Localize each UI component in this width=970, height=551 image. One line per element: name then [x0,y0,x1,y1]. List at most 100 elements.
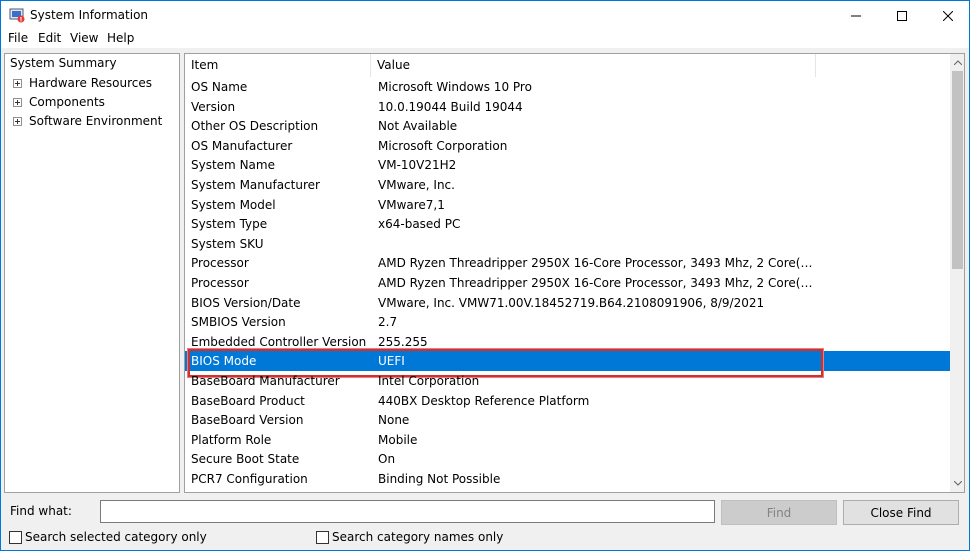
row-item-cell: BaseBoard Version [191,413,303,427]
tree-item-components[interactable]: Components [13,95,105,109]
row-value-cell: Intel Corporation [378,374,818,388]
column-header-item[interactable]: Item [185,54,371,77]
title-bar: System Information [0,0,970,30]
row-item-cell: BIOS Mode [191,354,256,368]
table-row[interactable]: BaseBoard Product 440BX Desktop Reference… [185,391,950,411]
list-header: Item Value [185,54,950,77]
close-window-button[interactable] [925,1,970,30]
row-item-cell: Other OS Description [191,119,318,133]
scroll-up-button[interactable] [950,54,965,71]
expand-icon[interactable] [13,79,22,88]
close-find-button[interactable]: Close Find [843,500,959,525]
row-item-cell: Version [191,100,235,114]
table-row[interactable]: Embedded Controller Version 255.255 [185,332,950,352]
find-what-input[interactable] [100,500,715,523]
row-value-cell: 440BX Desktop Reference Platform [378,394,818,408]
menu-file[interactable]: File [8,31,28,45]
table-row[interactable]: Version 10.0.19044 Build 19044 [185,97,950,117]
checkbox-box[interactable] [316,531,329,544]
table-row[interactable]: System Type x64-based PC [185,214,950,234]
row-item-cell: OS Manufacturer [191,139,292,153]
table-row[interactable]: BIOS Version/DateVMware, Inc. VMW71.00V.… [185,293,950,313]
row-item-cell: System Type [191,217,267,231]
checkbox-label: Search category names only [332,530,503,544]
find-button[interactable]: Find [721,500,837,525]
tree-item-label: Hardware Resources [29,76,152,90]
table-row[interactable]: System Manufacturer VMware, Inc. [185,175,950,195]
minimize-button[interactable] [833,1,879,30]
row-item-cell: BaseBoard Product [191,394,305,408]
checkbox-label: Search selected category only [25,530,207,544]
vertical-scrollbar[interactable] [950,54,965,492]
row-value-cell: 255.255 [378,335,818,349]
minimize-icon [851,11,861,21]
row-value-cell: AMD Ryzen Threadripper 2950X 16-Core Pro… [378,256,818,270]
search-selected-category-checkbox[interactable]: Search selected category only [9,530,207,544]
row-item-cell: System Manufacturer [191,178,320,192]
row-item-cell: Embedded Controller Version [191,335,366,349]
row-value-cell: 10.0.19044 Build 19044 [378,100,818,114]
row-item-cell: System SKU [191,237,264,251]
chevron-down-icon [954,481,962,486]
table-row[interactable]: Processor AMD Ryzen Threadripper 2950X 16… [185,253,950,273]
table-row[interactable]: SMBIOS Version 2.7 [185,312,950,332]
table-row[interactable]: PCR7 Configuration Binding Not Possible [185,469,950,489]
row-item-cell: Processor [191,256,249,270]
row-value-cell: x64-based PC [378,217,818,231]
table-row[interactable]: BIOS Mode UEFI [185,351,950,371]
category-tree[interactable]: System Summary Hardware Resources Compon… [4,53,180,493]
menu-bar: File Edit View Help [0,30,970,48]
menu-help[interactable]: Help [107,31,134,45]
column-header-value[interactable]: Value [371,54,816,77]
row-item-cell: Processor [191,276,249,290]
row-value-cell: AMD Ryzen Threadripper 2950X 16-Core Pro… [378,276,818,290]
row-item-cell: System Model [191,198,276,212]
row-value-cell: Mobile [378,433,818,447]
row-item-cell: System Name [191,158,275,172]
row-value-cell: None [378,413,818,427]
row-value-cell: 2.7 [378,315,818,329]
tree-item-system-summary[interactable]: System Summary [10,56,117,70]
row-item-cell: SMBIOS Version [191,315,286,329]
tree-item-software-environment[interactable]: Software Environment [13,114,162,128]
row-item-cell: OS Name [191,80,247,94]
table-row[interactable]: Other OS DescriptionNot Available [185,116,950,136]
row-value-cell: Microsoft Corporation [378,139,818,153]
table-row[interactable]: Secure Boot StateOn [185,449,950,469]
table-row[interactable]: BaseBoard Version None [185,410,950,430]
scroll-down-button[interactable] [950,475,965,492]
row-value-cell: UEFI [378,354,818,368]
row-value-cell: VMware, Inc. [378,178,818,192]
row-value-cell: VMware, Inc. VMW71.00V.18452719.B64.2108… [378,296,818,310]
expand-icon[interactable] [13,98,22,107]
checkbox-box[interactable] [9,531,22,544]
table-row[interactable]: Processor AMD Ryzen Threadripper 2950X 16… [185,273,950,293]
row-item-cell: BaseBoard Manufacturer [191,374,340,388]
details-list[interactable]: Item Value OS NameMicrosoft Windows 10 P… [184,53,965,493]
row-value-cell: VMware7,1 [378,198,818,212]
menu-edit[interactable]: Edit [38,31,61,45]
table-row[interactable]: OS NameMicrosoft Windows 10 Pro [185,77,950,97]
system-information-app-icon [9,7,25,23]
row-value-cell: VM-10V21H2 [378,158,818,172]
table-row[interactable]: System SKU [185,234,950,254]
chevron-up-icon [954,60,962,65]
expand-icon[interactable] [13,117,22,126]
table-row[interactable]: BaseBoard Manufacturer Intel Corporation [185,371,950,391]
table-row[interactable]: System Model VMware7,1 [185,195,950,215]
row-item-cell: Platform Role [191,433,271,447]
scroll-thumb[interactable] [952,71,963,269]
window-title: System Information [30,8,148,22]
row-item-cell: PCR7 Configuration [191,472,308,486]
menu-view[interactable]: View [70,31,98,45]
find-what-label: Find what: [10,504,72,518]
tree-item-label: Components [29,95,105,109]
table-row[interactable]: OS Manufacturer Microsoft Corporation [185,136,950,156]
maximize-button[interactable] [879,1,925,30]
table-row[interactable]: System Name VM-10V21H2 [185,155,950,175]
row-value-cell: On [378,452,818,466]
tree-item-hardware-resources[interactable]: Hardware Resources [13,76,152,90]
search-category-names-checkbox[interactable]: Search category names only [316,530,503,544]
table-row[interactable]: Platform Role Mobile [185,430,950,450]
row-value-cell: Binding Not Possible [378,472,818,486]
